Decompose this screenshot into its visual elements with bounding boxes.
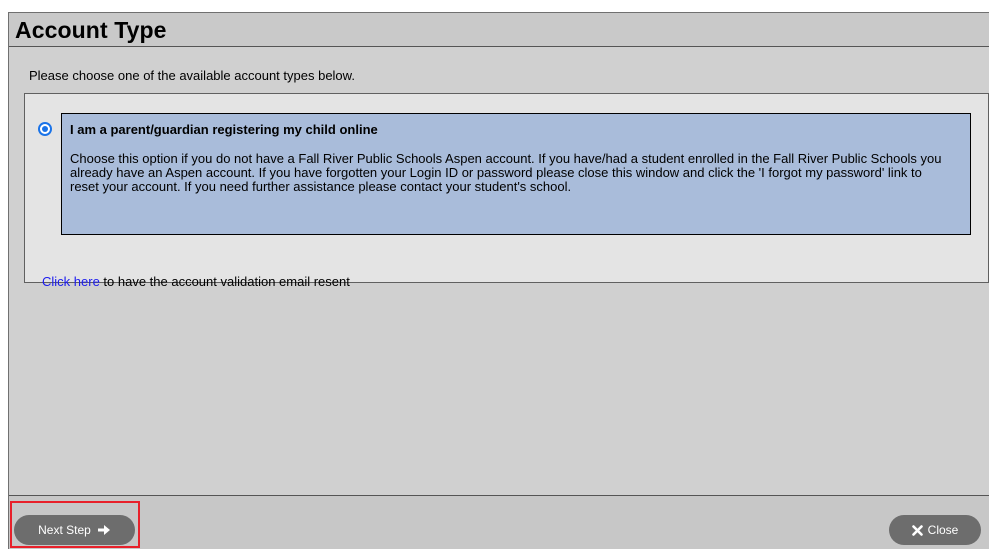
close-label: Close — [927, 523, 959, 537]
account-type-dialog: Account Type Please choose one of the av… — [8, 12, 989, 549]
option-title: I am a parent/guardian registering my ch… — [70, 122, 378, 137]
next-step-label: Next Step — [38, 523, 91, 537]
next-step-button[interactable]: Next Step — [14, 515, 135, 545]
option-description: Choose this option if you do not have a … — [70, 151, 942, 194]
resend-email-line: Click here to have the account validatio… — [42, 274, 350, 289]
dialog-title-bar: Account Type — [9, 13, 989, 47]
arrow-right-icon — [97, 524, 111, 536]
close-icon — [911, 524, 923, 536]
intro-text: Please choose one of the available accou… — [29, 68, 355, 83]
parent-option-radio[interactable] — [38, 122, 52, 136]
resend-email-text: to have the account validation email res… — [99, 274, 350, 289]
resend-email-link[interactable]: Click here — [42, 274, 100, 289]
dialog-title: Account Type — [15, 17, 167, 43]
parent-option-panel[interactable]: I am a parent/guardian registering my ch… — [61, 113, 971, 235]
dialog-footer: Next Step Close — [9, 495, 989, 549]
account-options-box: I am a parent/guardian registering my ch… — [24, 93, 989, 289]
close-button[interactable]: Close — [889, 515, 981, 545]
